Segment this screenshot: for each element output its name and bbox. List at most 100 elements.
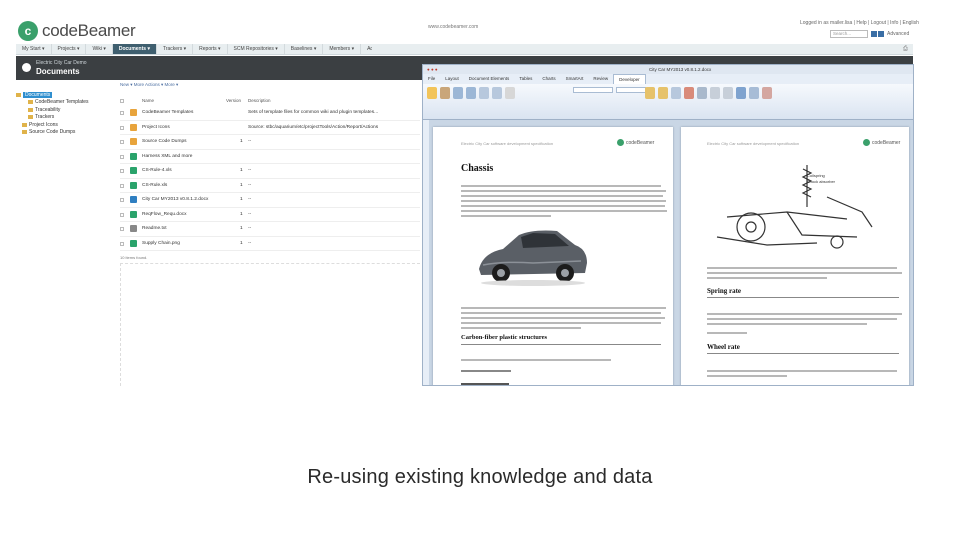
document-description: Source: stbc/aquarium/etc/projectTools/A… [248, 124, 379, 130]
search-help-icon[interactable] [878, 31, 884, 37]
row-checkbox[interactable] [120, 198, 124, 202]
table-row[interactable]: CodeBeamer Templates Sets of template fil… [120, 106, 420, 121]
project-name[interactable]: Electric City Car Demo [36, 60, 87, 66]
table-row[interactable]: CS-Rule.xls 1 -- [120, 179, 420, 193]
text-box-icon[interactable] [453, 87, 463, 99]
tree-item[interactable]: CodeBeamer Templates [16, 99, 116, 107]
table-row[interactable]: Readme.txt 1 -- [120, 222, 420, 237]
table-row[interactable]: CS-Rule-4.xls 1 -- [120, 164, 420, 179]
document-toolbar[interactable]: New ▾ More Actions ▾ More ▾ [120, 82, 178, 88]
document-name-link[interactable]: City Car MY2013 v0.8.1.2.docx [142, 197, 208, 202]
document-name-link[interactable]: Readme.txt [142, 226, 167, 231]
document-name-link[interactable]: CodeBeamer Templates [142, 110, 193, 115]
column-name[interactable]: Name [142, 98, 154, 103]
document-description: -- [248, 211, 252, 217]
search-input[interactable]: Search... [830, 30, 868, 38]
insert-icon[interactable] [427, 87, 437, 99]
nav-item[interactable]: Reports ▾ [193, 44, 228, 54]
site-url[interactable]: www.codebeamer.com [428, 24, 478, 30]
document-page-2[interactable]: Electric City Car software development s… [681, 127, 909, 385]
table-row[interactable]: Harness XML and more [120, 150, 420, 164]
row-checkbox[interactable] [120, 125, 124, 130]
row-checkbox[interactable] [120, 183, 124, 188]
select-all-checkbox[interactable] [120, 99, 124, 103]
check-box-icon[interactable] [492, 87, 502, 99]
options-select[interactable] [616, 87, 646, 93]
logo-mark-icon: c [18, 21, 38, 41]
lock-icon[interactable] [658, 87, 668, 99]
column-version[interactable]: Version [226, 98, 241, 103]
combo-box-icon[interactable] [479, 87, 489, 99]
login-links[interactable]: Logged in as mailer.lisa | Help | Logout… [800, 20, 919, 26]
ribbon-tab[interactable]: Document Elements [464, 74, 515, 84]
view-icon[interactable] [723, 87, 733, 99]
nav-item[interactable]: Baselines ▾ [285, 44, 324, 54]
nav-item[interactable]: Wiki ▾ [86, 44, 113, 54]
window-controls-icon[interactable]: ● ● ● [427, 67, 438, 72]
tree-item[interactable]: Trackers [16, 114, 116, 122]
restrict-icon[interactable] [671, 87, 681, 99]
ribbon-group-protection [645, 87, 772, 99]
row-checkbox[interactable] [120, 140, 124, 144]
options-icon[interactable] [505, 87, 515, 99]
document-name-link[interactable]: CS-Rule.xls [142, 183, 167, 188]
document-name-link[interactable]: Supply Chain.png [142, 241, 180, 246]
nav-item[interactable]: Documents ▾ [112, 44, 157, 54]
editor-icon[interactable] [440, 87, 450, 99]
document-name-link[interactable]: Harness XML and more [142, 154, 192, 159]
row-checkbox[interactable] [120, 227, 124, 231]
word-document-title: City Car MY2013 v0.8.1.2.docx [649, 67, 712, 72]
ribbon-tab[interactable]: Review [588, 74, 613, 84]
document-name-link[interactable]: Project Icons [142, 125, 170, 130]
document-name-link[interactable]: Source Code Dumps [142, 139, 187, 144]
folder-icon [22, 130, 27, 135]
document-version: 1 [240, 168, 243, 173]
shuffle-icon[interactable] [736, 87, 746, 99]
document-page-1[interactable]: Electric City Car software development s… [433, 127, 673, 385]
ribbon-tab[interactable]: File [423, 74, 440, 84]
codebeamer-logo[interactable]: c codeBeamer [18, 20, 136, 42]
tree-item[interactable]: Traceability [16, 106, 116, 114]
document-name-link[interactable]: ReqFlow_Requ.docx [142, 212, 187, 217]
tree-item[interactable]: Project Icons [16, 121, 116, 129]
column-description[interactable]: Description [248, 98, 271, 103]
ribbon-tab[interactable]: Charts [537, 74, 560, 84]
tree-item-label: CodeBeamer Templates [35, 99, 89, 106]
table-row[interactable]: Supply Chain.png 1 -- [120, 237, 420, 251]
record-macro-icon[interactable] [697, 87, 707, 99]
nav-item[interactable]: Members ▾ [323, 44, 362, 54]
row-checkbox[interactable] [120, 241, 124, 246]
table-row[interactable]: Project Icons Source: stbc/aquarium/etc/p… [120, 121, 420, 135]
search-go-icon[interactable] [871, 31, 877, 37]
table-row[interactable]: City Car MY2013 v0.8.1.2.docx 1 -- [120, 193, 420, 208]
print-icon[interactable]: ⎙ [903, 46, 908, 53]
nav-item[interactable]: SCM Repositories ▾ [228, 44, 285, 54]
style-select[interactable] [573, 87, 613, 93]
ribbon-tab[interactable]: Layout [440, 74, 464, 84]
table-row[interactable]: Source Code Dumps 1 -- [120, 135, 420, 150]
row-checkbox[interactable] [120, 169, 124, 173]
protect-icon[interactable] [645, 87, 655, 99]
nav-item[interactable]: My Start ▾ [16, 44, 52, 54]
document-description: -- [248, 226, 252, 231]
delete-mode-icon[interactable] [762, 87, 772, 99]
ribbon [423, 84, 913, 120]
nav-item[interactable]: Trackers ▾ [157, 44, 194, 54]
document-version: 1 [240, 226, 243, 231]
editor-mode-icon[interactable] [749, 87, 759, 99]
tree-item[interactable]: Documents [16, 91, 116, 99]
document-icon[interactable] [710, 87, 720, 99]
document-name-link[interactable]: CS-Rule-4.xls [142, 168, 172, 173]
record-icon[interactable] [684, 87, 694, 99]
tree-item[interactable]: Source Code Dumps [16, 129, 116, 137]
advanced-search-link[interactable]: Advanced [887, 31, 909, 37]
row-checkbox[interactable] [120, 212, 124, 217]
ribbon-tab[interactable]: Developer [613, 74, 646, 84]
drop-down-icon[interactable] [466, 87, 476, 99]
ribbon-tab[interactable]: Tables [514, 74, 537, 84]
row-checkbox[interactable] [120, 154, 124, 159]
nav-item[interactable]: Projects ▾ [52, 44, 87, 54]
table-row[interactable]: ReqFlow_Requ.docx 1 -- [120, 208, 420, 222]
ribbon-tab[interactable]: SmartArt [561, 74, 589, 84]
row-checkbox[interactable] [120, 111, 124, 115]
